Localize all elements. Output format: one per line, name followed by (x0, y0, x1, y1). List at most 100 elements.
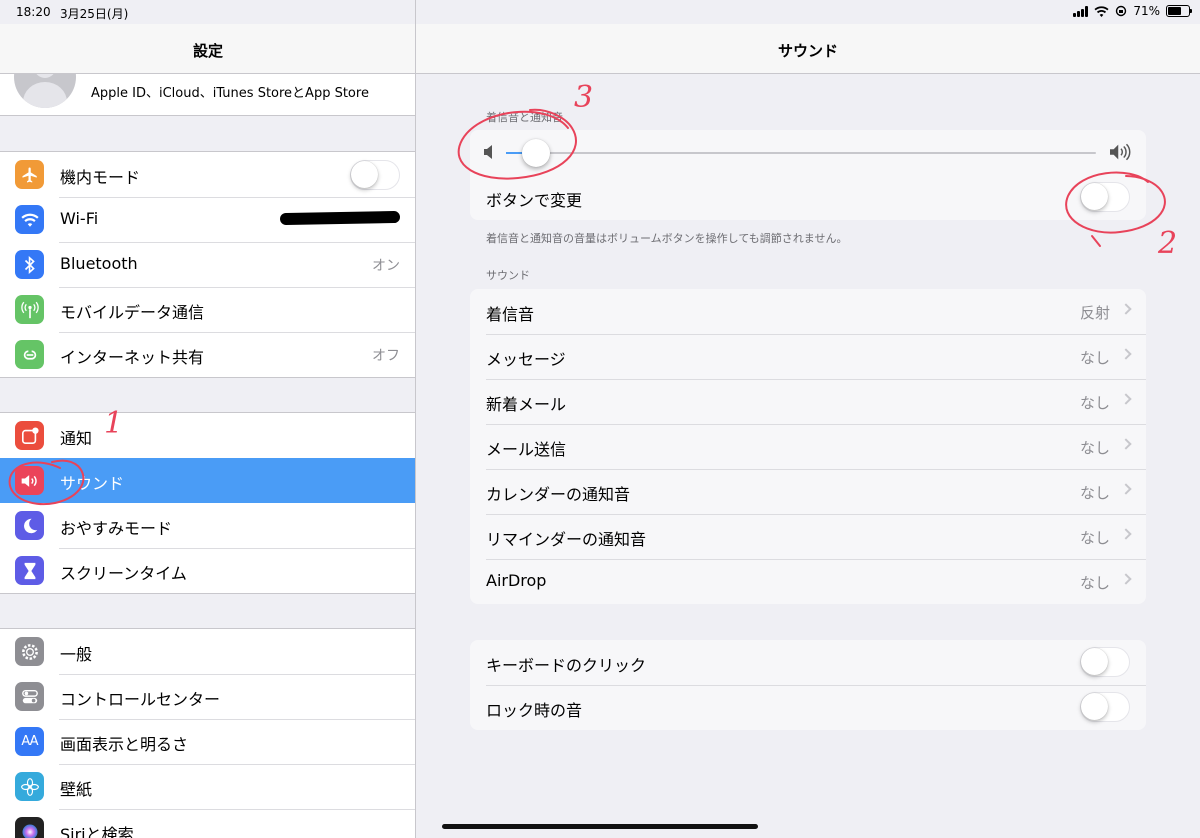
change-with-buttons-row: ボタンで変更 (470, 175, 1146, 220)
notifications-group: 通知 サウンド おやすみモード スクリーンタイム (0, 412, 415, 594)
sidebar-item-notifications[interactable]: 通知 (0, 413, 415, 458)
sidebar-item-wifi[interactable]: Wi-Fi (0, 197, 415, 242)
chevron-right-icon (1120, 528, 1132, 540)
sound-row-value: 反射 (1079, 304, 1110, 322)
chevron-right-icon (1120, 393, 1132, 405)
lock-sound-label: ロック時の音 (486, 701, 583, 720)
sidebar-item-label: インターネット共有 (60, 348, 205, 367)
sidebar-item-label: モバイルデータ通信 (60, 303, 205, 322)
airplane-mode-toggle[interactable] (350, 160, 400, 190)
sidebar-item-general[interactable]: 一般 (0, 629, 415, 674)
status-bar: 18:20 3月25日(月) 71% (0, 0, 1200, 24)
settings-window: 設定 Apple ID、iCloud、iTunes StoreとApp Stor… (0, 0, 1200, 838)
sidebar-item-sounds[interactable]: サウンド (0, 458, 415, 503)
sound-row-sent-mail[interactable]: メール送信 なし (470, 424, 1146, 469)
volume-slider[interactable] (506, 139, 1096, 167)
wifi-status-icon (1094, 5, 1109, 17)
detail-header: サウンド (416, 24, 1200, 74)
sound-row-value: なし (1079, 439, 1110, 457)
sound-row-reminders[interactable]: リマインダーの通知音 なし (470, 514, 1146, 559)
hotspot-status: オフ (372, 348, 400, 364)
apple-id-label: Apple ID、iCloud、iTunes StoreとApp Store (91, 86, 369, 101)
change-with-buttons-toggle[interactable] (1080, 182, 1130, 212)
hotspot-icon (15, 340, 44, 369)
sidebar-item-screen-time[interactable]: スクリーンタイム (0, 548, 415, 593)
sound-row-label: メッセージ (486, 350, 566, 369)
sidebar-item-bluetooth[interactable]: Bluetooth オン (0, 242, 415, 287)
bluetooth-icon (15, 250, 44, 279)
sidebar-item-label: 壁紙 (60, 780, 93, 799)
sound-row-value: なし (1079, 349, 1110, 367)
sound-row-label: カレンダーの通知音 (486, 485, 631, 504)
sidebar-item-do-not-disturb[interactable]: おやすみモード (0, 503, 415, 548)
settings-sidebar: 設定 Apple ID、iCloud、iTunes StoreとApp Stor… (0, 0, 416, 838)
sidebar-item-control-center[interactable]: コントロールセンター (0, 674, 415, 719)
sound-row-label: AirDrop (486, 571, 547, 590)
wifi-icon (15, 205, 44, 234)
sound-row-value: なし (1079, 484, 1110, 502)
sidebar-item-cellular[interactable]: モバイルデータ通信 (0, 287, 415, 332)
rotation-lock-icon (1116, 5, 1127, 17)
sidebar-item-wallpaper[interactable]: 壁紙 (0, 764, 415, 809)
sidebar-item-siri[interactable]: Siriと検索 (0, 809, 415, 838)
sound-row-calendar[interactable]: カレンダーの通知音 なし (470, 469, 1146, 514)
feedback-card: キーボードのクリック ロック時の音 (470, 640, 1146, 730)
sidebar-item-label: スクリーンタイム (60, 564, 187, 583)
lock-sound-toggle[interactable] (1080, 692, 1130, 722)
sound-row-airdrop[interactable]: AirDrop なし (470, 559, 1146, 604)
speaker-icon (15, 466, 44, 495)
sound-row-value: なし (1079, 574, 1110, 592)
sound-row-label: リマインダーの通知音 (486, 530, 647, 549)
chevron-right-icon (1120, 303, 1132, 315)
sidebar-item-label: コントロールセンター (60, 690, 221, 709)
chevron-right-icon (1120, 573, 1132, 585)
sidebar-item-airplane-mode[interactable]: 機内モード (0, 152, 415, 197)
hourglass-icon (15, 556, 44, 585)
lock-sound-row: ロック時の音 (470, 685, 1146, 730)
sidebar-item-label: 通知 (60, 429, 93, 448)
keyboard-click-toggle[interactable] (1080, 647, 1130, 677)
status-time: 18:20 (16, 5, 51, 19)
redacted-network-name (279, 210, 401, 226)
gear-icon (15, 637, 44, 666)
volume-slider-row (470, 130, 1146, 175)
sidebar-item-label: 画面表示と明るさ (60, 735, 189, 754)
keyboard-click-label: キーボードのクリック (486, 656, 647, 675)
battery-icon (1166, 5, 1192, 17)
connectivity-group: 機内モード Wi-Fi Bluetooth オン モバイルデータ通信 インターネ… (0, 151, 415, 378)
sounds-detail-pane: サウンド 着信音と通知音 ボタンで変更 着信音と通知音の音量はボリュームボタンを… (416, 0, 1200, 838)
sidebar-item-display[interactable]: AA 画面表示と明るさ (0, 719, 415, 764)
ringer-section-label: 着信音と通知音 (486, 111, 563, 124)
chevron-right-icon (1120, 483, 1132, 495)
sidebar-item-label: Bluetooth (60, 254, 138, 273)
page-title: サウンド (777, 42, 838, 60)
sound-row-value: なし (1079, 394, 1110, 412)
general-group: 一般 コントロールセンター AA 画面表示と明るさ 壁紙 Siriと検索 (0, 628, 415, 838)
sounds-card: 着信音 反射 メッセージ なし 新着メール なし メール送信 なし カレンダーの… (470, 289, 1146, 604)
sidebar-item-label: Wi-Fi (60, 209, 99, 228)
sidebar-title: 設定 (192, 42, 223, 60)
siri-icon (15, 817, 44, 838)
sound-row-new-mail[interactable]: 新着メール なし (470, 379, 1146, 424)
sidebar-item-label: サウンド (60, 474, 125, 493)
sound-row-label: 着信音 (486, 305, 535, 324)
chevron-right-icon (1120, 438, 1132, 450)
sound-row-messages[interactable]: メッセージ なし (470, 334, 1146, 379)
volume-slider-thumb[interactable] (521, 139, 550, 167)
airplane-icon (15, 160, 44, 189)
apple-id-row[interactable]: Apple ID、iCloud、iTunes StoreとApp Store (0, 74, 415, 116)
sidebar-item-label: Siriと検索 (60, 825, 134, 838)
text-size-icon: AA (15, 727, 44, 756)
sound-row-value: なし (1079, 529, 1110, 547)
moon-icon (15, 511, 44, 540)
status-indicators: 71% (1073, 4, 1192, 18)
flower-icon (15, 772, 44, 801)
sidebar-item-hotspot[interactable]: インターネット共有 オフ (0, 332, 415, 377)
status-date: 3月25日(月) (60, 7, 129, 21)
ringer-card: ボタンで変更 (470, 130, 1146, 220)
sound-row-ringtone[interactable]: 着信音 反射 (470, 289, 1146, 334)
sound-row-label: メール送信 (486, 440, 567, 459)
ringer-note: 着信音と通知音の音量はボリュームボタンを操作しても調節されません。 (486, 232, 848, 245)
sidebar-header: 設定 (0, 24, 415, 74)
sounds-section-label: サウンド (486, 269, 530, 282)
